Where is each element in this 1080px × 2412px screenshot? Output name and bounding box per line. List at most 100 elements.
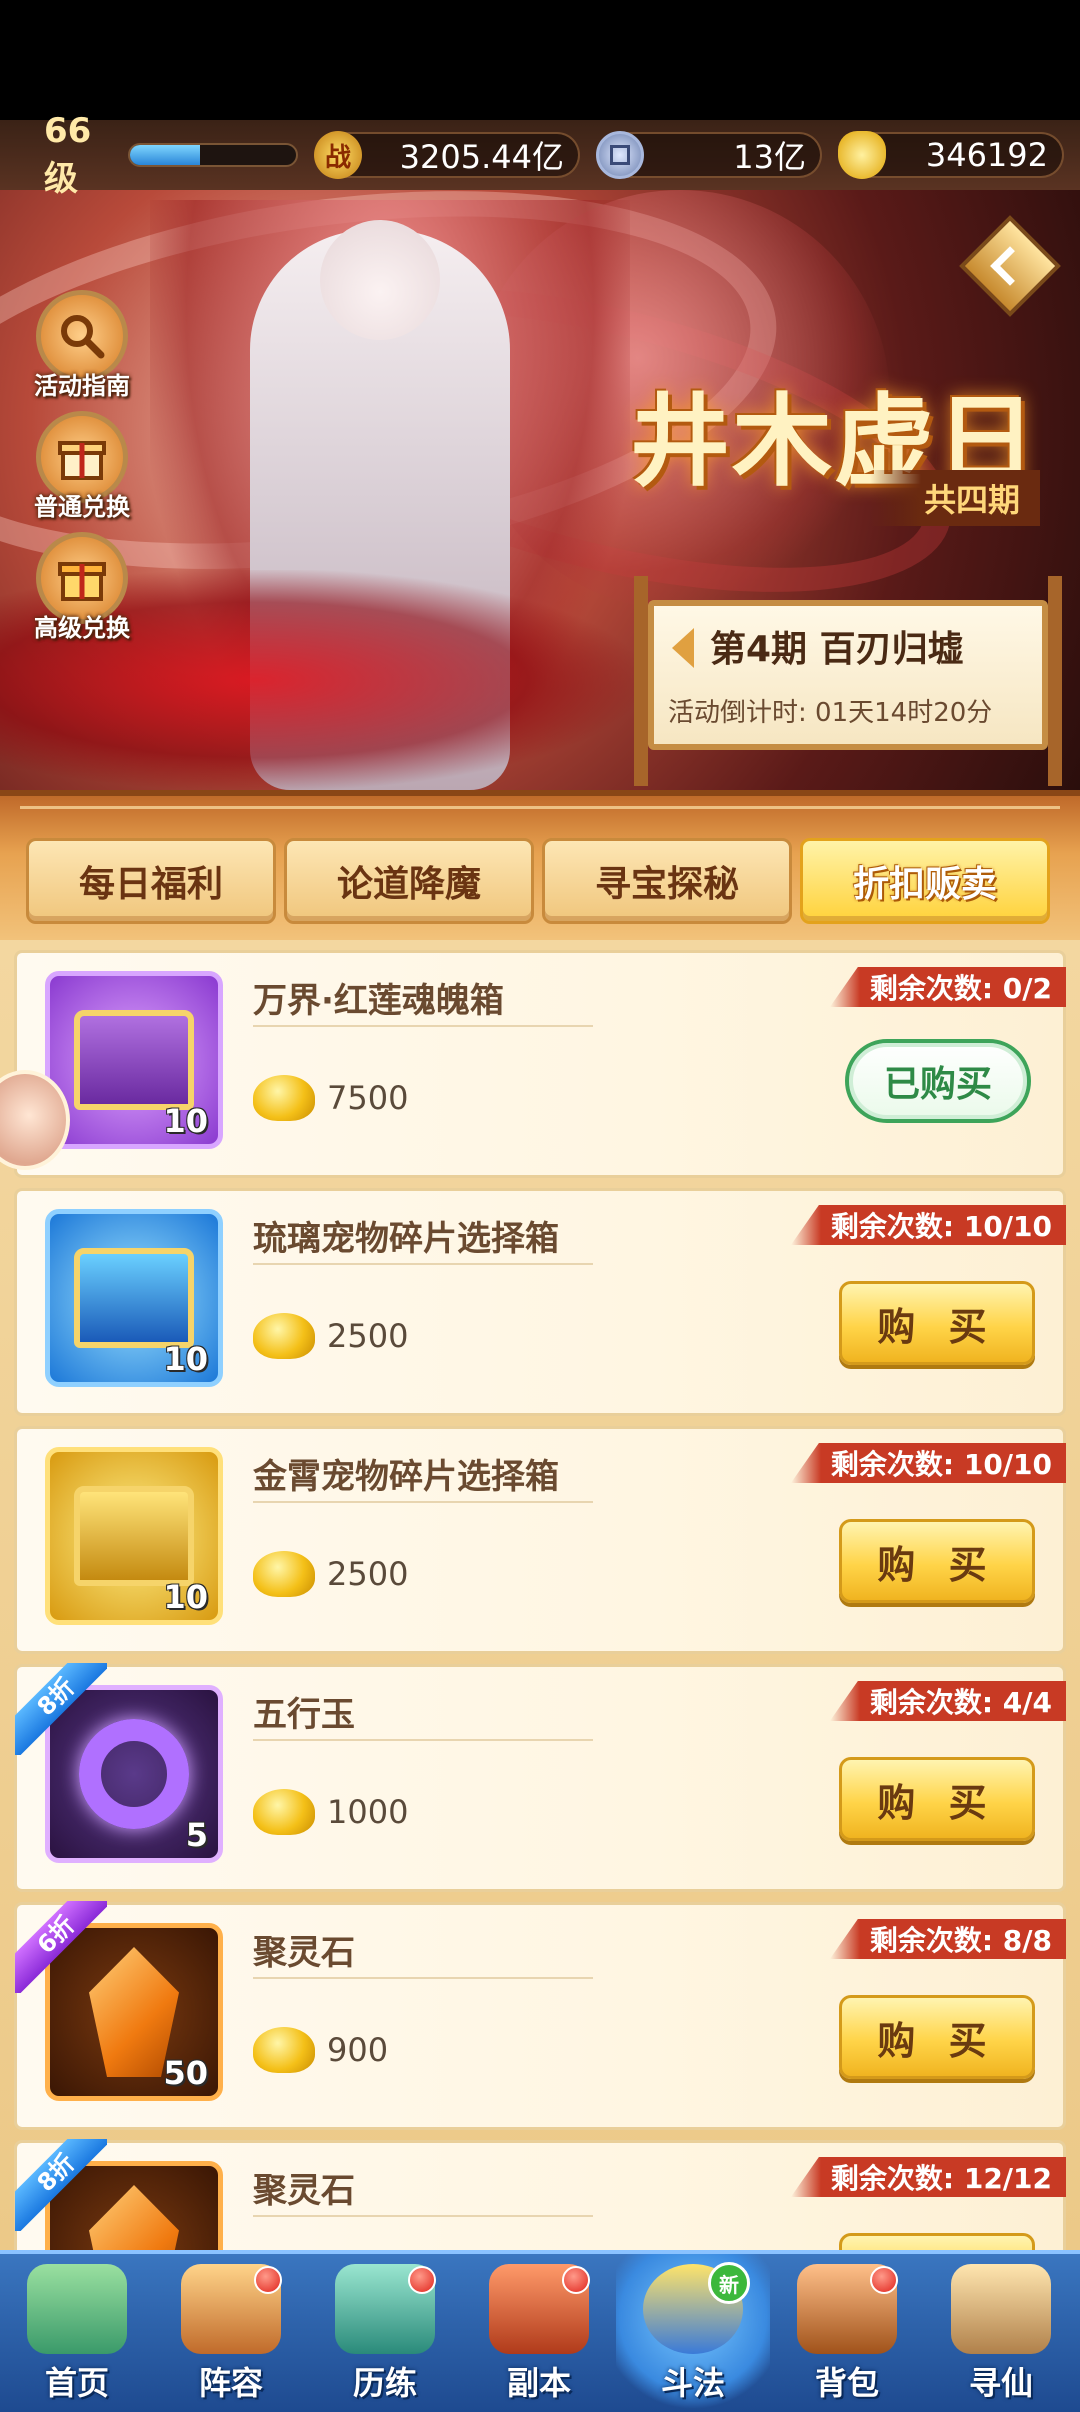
buy-button[interactable]: 购 买 [839,1757,1035,1841]
nav-label: 斗法 [660,2364,725,2402]
gold-value: 346192 [925,136,1048,174]
new-badge: 新 [708,2262,750,2304]
nav-label: 副本 [506,2364,571,2402]
shop-item: 10 万界·红莲魂魄箱 7500 剩余次数: 0/2 已购买 [14,950,1066,1178]
pet-chest-icon [74,1248,194,1348]
power-icon: 战 [314,131,362,179]
remaining-count-badge: 剩余次数: 10/10 [790,1205,1066,1245]
gold-display[interactable]: 346192 [838,131,1064,179]
tab-daily-welfare[interactable]: 每日福利 [26,838,276,924]
nav-label: 背包 [814,2364,879,2402]
tab-debate-demons[interactable]: 论道降魔 [284,838,534,924]
seek-icon [951,2264,1051,2354]
shop-list[interactable]: 10 万界·红莲魂魄箱 7500 剩余次数: 0/2 已购买 10 琉璃宠物碎片… [0,940,1080,2250]
nav-seek[interactable]: 寻仙 [924,2254,1078,2412]
item-price: 900 [253,2027,388,2073]
nav-bag[interactable]: 背包 [770,2254,924,2412]
item-icon[interactable]: 10 [45,971,223,1149]
gold-ingot-icon [253,1789,315,1835]
buy-button[interactable]: 购 买 [839,2233,1035,2250]
item-price: 1000 [253,1789,408,1835]
item-price: 2500 [253,1551,408,1597]
price-value: 900 [327,2031,389,2069]
exp-bar [128,143,298,167]
nav-dungeon[interactable]: 副本 [462,2254,616,2412]
nav-home[interactable]: 首页 [0,2254,154,2412]
item-count: 50 [163,2054,208,2092]
side-menu-label: 高级兑换 [34,614,130,642]
item-name: 五行玉 [253,1695,355,1735]
item-name: 金霄宠物碎片选择箱 [253,1457,559,1497]
buy-button[interactable]: 购 买 [839,1519,1035,1603]
divider [253,1739,593,1741]
shop-item: 8折 5 五行玉 1000 剩余次数: 4/4 购 买 [14,1663,1066,1892]
item-name: 万界·红莲魂魄箱 [253,981,504,1021]
item-count: 10 [163,1102,208,1140]
remaining-count-badge: 剩余次数: 4/4 [829,1681,1066,1721]
notification-dot [870,2266,898,2294]
period-prev-arrow-icon[interactable] [672,628,694,668]
back-button[interactable] [959,215,1061,317]
notification-dot [562,2266,590,2294]
buy-button[interactable]: 购 买 [839,1995,1035,2079]
home-icon [27,2264,127,2354]
gold-ingot-icon [253,1313,315,1359]
gold-ingot-icon [253,1551,315,1597]
divider [253,1263,593,1265]
shop-item: 10 琉璃宠物碎片选择箱 2500 剩余次数: 10/10 购 买 [14,1188,1066,1416]
price-value: 2500 [327,1317,409,1355]
item-count: 5 [185,1816,208,1854]
normal-exchange-button[interactable]: 普通兑换 [22,411,142,522]
remaining-count-badge: 剩余次数: 0/2 [829,967,1066,1007]
coin-display[interactable]: 13亿 [596,131,822,179]
status-bar [0,0,1080,120]
price-value: 7500 [327,1079,409,1117]
price-value: 1000 [327,1793,409,1831]
notification-dot [254,2266,282,2294]
resource-bar: 66级 战 3205.44亿 13亿 346192 [0,111,1080,199]
activity-guide-button[interactable]: 活动指南 [22,290,142,401]
shop-item: 8折 聚灵石 剩余次数: 12/12 购 买 [14,2139,1066,2250]
gold-ingot-icon [253,1075,315,1121]
coin-value: 13亿 [733,138,806,176]
nav-team[interactable]: 阵容 [154,2254,308,2412]
buy-button[interactable]: 购 买 [839,1281,1035,1365]
shop-item: 10 金霄宠物碎片选择箱 2500 剩余次数: 10/10 购 买 [14,1426,1066,1654]
item-count: 10 [163,1340,208,1378]
discount-ribbon: 6折 [15,1901,107,1993]
period-name: 第4期 百刃归墟 [710,629,964,670]
discount-ribbon: 8折 [15,1663,107,1755]
pet-chest-icon [74,1486,194,1586]
divider [253,2215,593,2217]
nav-train[interactable]: 历练 [308,2254,462,2412]
notification-dot [408,2266,436,2294]
item-icon[interactable]: 10 [45,1447,223,1625]
item-price: 7500 [253,1075,408,1121]
price-value: 2500 [327,1555,409,1593]
nav-arena[interactable]: 新 斗法 [616,2254,770,2412]
divider [253,1501,593,1503]
shop-item: 6折 50 聚灵石 900 剩余次数: 8/8 购 买 [14,1901,1066,2130]
period-board: 第4期 百刃归墟 活动倒计时: 01天14时20分 [634,576,1062,786]
player-level: 66级 [44,110,92,199]
tab-strip: 每日福利 论道降魔 寻宝探秘 折扣贩卖 [0,790,1080,940]
event-subtitle: 共四期 [870,470,1040,526]
tab-treasure-hunt[interactable]: 寻宝探秘 [542,838,792,924]
power-value: 3205.44亿 [399,138,564,176]
remaining-count-badge: 剩余次数: 10/10 [790,1443,1066,1483]
gold-ingot-icon [838,131,886,179]
divider [253,1977,593,1979]
power-display: 战 3205.44亿 [314,131,580,179]
purchased-button: 已购买 [845,1039,1031,1123]
nav-label: 首页 [44,2364,109,2402]
event-banner: 活动指南 普通兑换 高级兑换 井木虚日 共四期 第4期 百刃归墟 活动倒计时: … [0,190,1080,790]
tab-discount-sale[interactable]: 折扣贩卖 [800,838,1050,924]
side-menu: 活动指南 普通兑换 高级兑换 [22,290,142,653]
side-menu-label: 普通兑换 [34,493,130,521]
nav-label: 历练 [352,2364,417,2402]
item-icon[interactable]: 10 [45,1209,223,1387]
remaining-count-badge: 剩余次数: 8/8 [829,1919,1066,1959]
advanced-exchange-button[interactable]: 高级兑换 [22,532,142,643]
discount-label: 6折 [15,1901,107,1993]
side-menu-label: 活动指南 [34,372,130,400]
